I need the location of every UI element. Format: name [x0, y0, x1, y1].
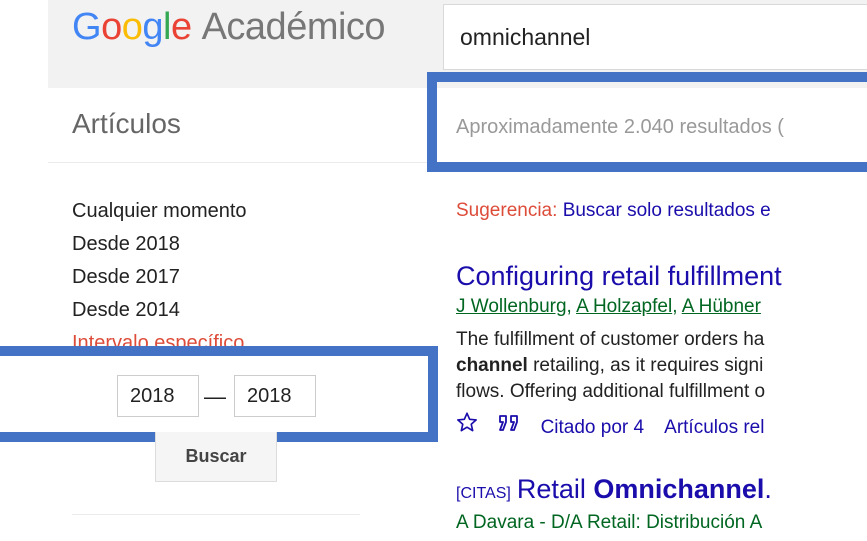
related-articles-link[interactable]: Artículos rel	[664, 417, 764, 438]
suggestion-label: Sugerencia:	[456, 200, 558, 221]
filter-since-2014[interactable]: Desde 2014	[72, 297, 261, 330]
result-authors-2: A Davara - D/A Retail: Distribución A	[456, 512, 763, 533]
result-snippet: The fulfillment of customer orders ha ch…	[456, 327, 765, 405]
cited-by-link[interactable]: Citado por 4	[541, 417, 645, 438]
star-icon[interactable]	[456, 411, 478, 439]
search-input[interactable]	[458, 23, 842, 52]
filter-since-2017[interactable]: Desde 2017	[72, 264, 261, 297]
result-title-link[interactable]: Configuring retail fulfillment	[456, 261, 782, 292]
result-title-link-2[interactable]: [CITAS] Retail Omnichannel.	[456, 474, 772, 505]
snippet-line: flows. Offering additional fulfillment o	[456, 381, 766, 402]
snippet-line: The fulfillment of customer orders ha	[456, 329, 765, 350]
snippet-line: channel retailing, as it requires signi	[456, 353, 765, 379]
title-text: Retail	[516, 474, 594, 504]
logo-product: Académico	[201, 6, 386, 48]
suggestion-link[interactable]: Buscar solo resultados e	[563, 200, 771, 221]
divider	[72, 514, 360, 515]
filter-any-time[interactable]: Cualquier momento	[72, 198, 261, 231]
search-box[interactable]	[443, 4, 867, 70]
snippet-highlight: channel	[456, 355, 528, 376]
google-scholar-logo[interactable]: Google Académico	[72, 6, 386, 49]
citation-tag: [CITAS]	[456, 485, 511, 502]
result-authors: J Wollenburg, A Holzapfel, A Hübner	[456, 296, 761, 317]
filter-since-2018[interactable]: Desde 2018	[72, 231, 261, 264]
page: GoogleAcadémico Artículos Aproximadament…	[0, 0, 867, 541]
date-filter-list: Cualquier momento Desde 2018 Desde 2017 …	[72, 198, 261, 363]
author-link[interactable]: A Holzapfel	[576, 296, 672, 317]
quote-icon[interactable]	[497, 413, 521, 439]
highlight-box-results-count	[427, 72, 867, 172]
search-button[interactable]: Buscar	[155, 432, 277, 482]
highlight-box-date-range	[0, 346, 438, 442]
title-highlight: Omnichannel	[593, 474, 765, 504]
suggestion: Sugerencia: Buscar solo resultados e	[456, 200, 771, 222]
logo-google: Google	[72, 6, 192, 48]
title-text: .	[764, 474, 772, 504]
snippet-text: retailing, as it requires signi	[527, 355, 764, 376]
result-actions: Citado por 4 Artículos rel	[456, 411, 764, 439]
author-link[interactable]: J Wollenburg	[456, 296, 567, 317]
section-title[interactable]: Artículos	[72, 108, 181, 140]
author-link[interactable]: A Hübner	[682, 296, 761, 317]
